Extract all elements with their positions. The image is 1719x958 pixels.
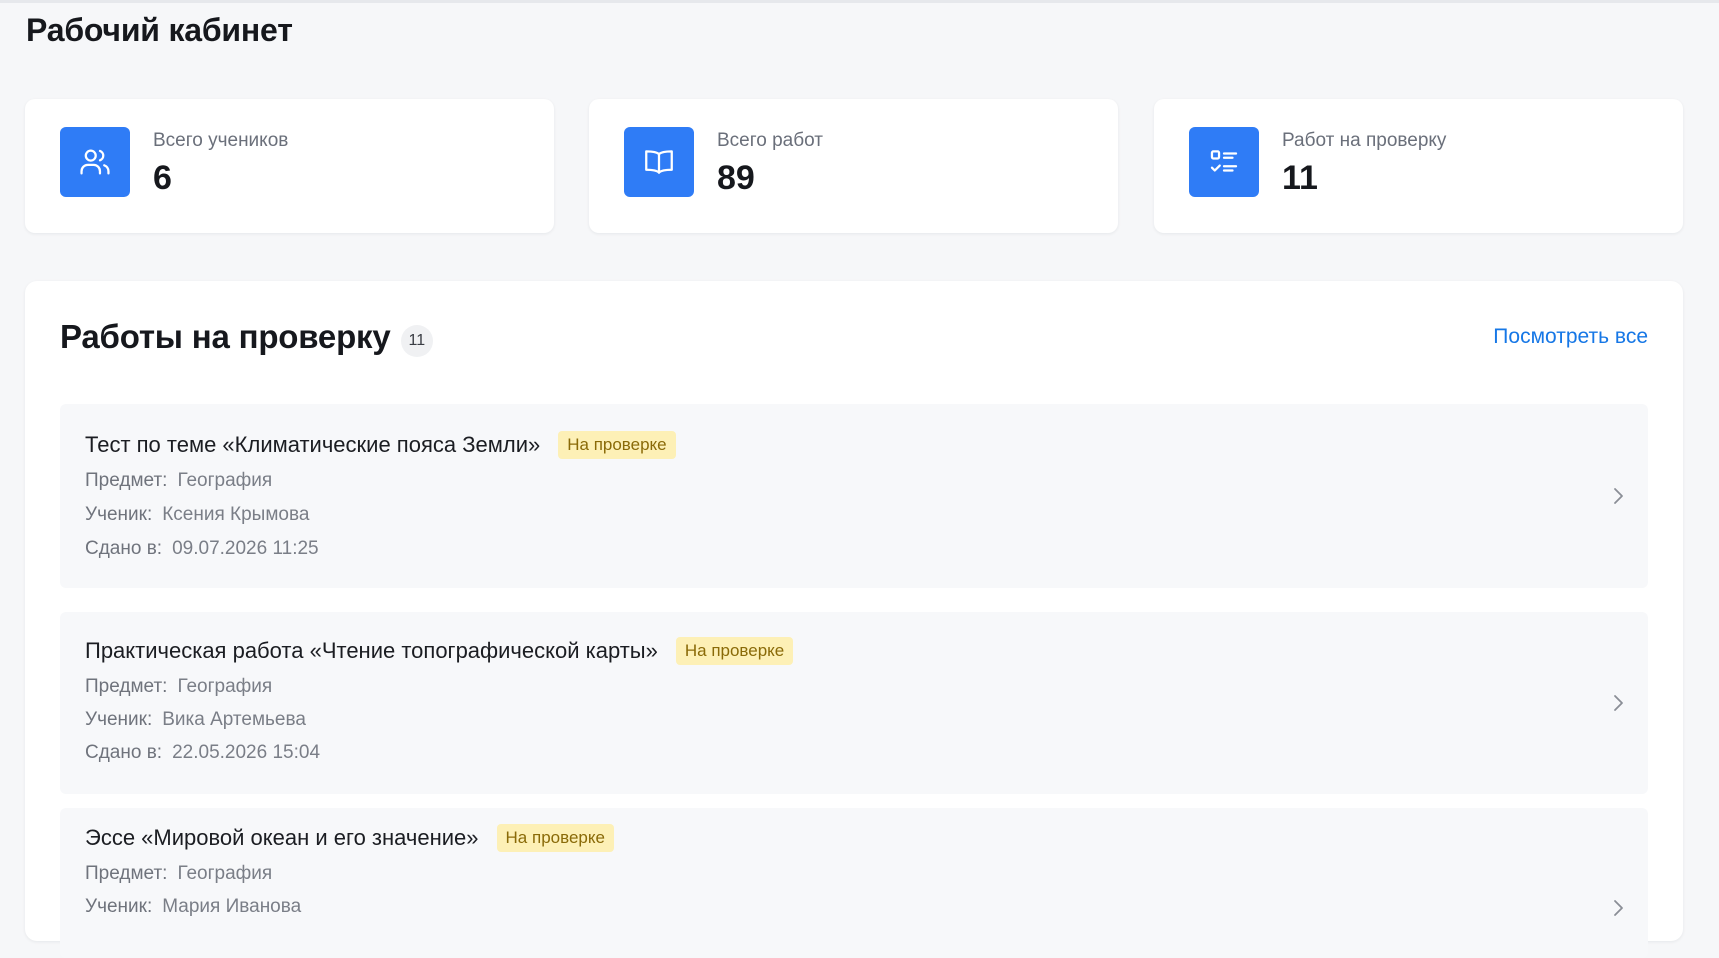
status-badge: На проверке	[558, 431, 676, 459]
stat-label: Работ на проверку	[1282, 130, 1447, 151]
book-open-icon	[624, 127, 694, 197]
review-title: Работы на проверку	[60, 318, 391, 355]
users-icon	[60, 127, 130, 197]
count-badge: 11	[400, 325, 434, 357]
item-title: Тест по теме «Климатические пояса Земли»	[85, 432, 541, 457]
item-subject: Предмет: География	[85, 470, 273, 491]
status-badge: На проверке	[675, 637, 794, 665]
stat-card-to-review: Работ на проверку 11	[1154, 99, 1683, 233]
item-title: Эссе «Мировой океан и его значение»	[85, 825, 479, 850]
dashboard-page: Рабочий кабинет Всего учеников 6 Всего р…	[0, 0, 1719, 958]
stat-card-works: Всего работ 89	[589, 99, 1118, 233]
item-student: Ученик: Вика Артемьева	[85, 709, 306, 730]
review-panel: Работы на проверку 11 Посмотреть все Тес…	[25, 281, 1683, 958]
review-item[interactable]: Эссе «Мировой океан и его значение» На п…	[60, 808, 1648, 958]
item-submitted: Сдано в: 09.07.2026 11:25	[85, 538, 319, 559]
item-title: Практическая работа «Чтение топографичес…	[85, 638, 658, 663]
stat-value: 89	[717, 159, 755, 197]
stat-value: 6	[153, 159, 172, 197]
view-all-link[interactable]: Посмотреть все	[1493, 325, 1648, 349]
chevron-right-icon[interactable]	[1608, 486, 1628, 506]
page-title: Рабочий кабинет	[26, 12, 293, 48]
stat-card-students: Всего учеников 6	[25, 99, 554, 233]
checklist-icon	[1189, 127, 1259, 197]
item-student: Ученик: Ксения Крымова	[85, 504, 310, 525]
item-subject: Предмет: География	[85, 863, 273, 884]
stat-value: 11	[1282, 159, 1318, 197]
stat-label: Всего учеников	[153, 130, 289, 151]
item-submitted: Сдано в: 22.05.2026 15:04	[85, 742, 321, 763]
item-subject: Предмет: География	[85, 676, 273, 697]
stats-row: Всего учеников 6 Всего работ 89 Работ на…	[25, 99, 1683, 233]
review-header: Работы на проверку 11	[60, 317, 434, 357]
status-badge: На проверке	[496, 824, 614, 852]
review-item[interactable]: Тест по теме «Климатические пояса Земли»…	[60, 404, 1648, 588]
chevron-right-icon[interactable]	[1608, 693, 1628, 713]
review-item[interactable]: Практическая работа «Чтение топографичес…	[60, 612, 1648, 794]
stat-label: Всего работ	[717, 130, 823, 151]
chevron-right-icon[interactable]	[1608, 898, 1628, 918]
